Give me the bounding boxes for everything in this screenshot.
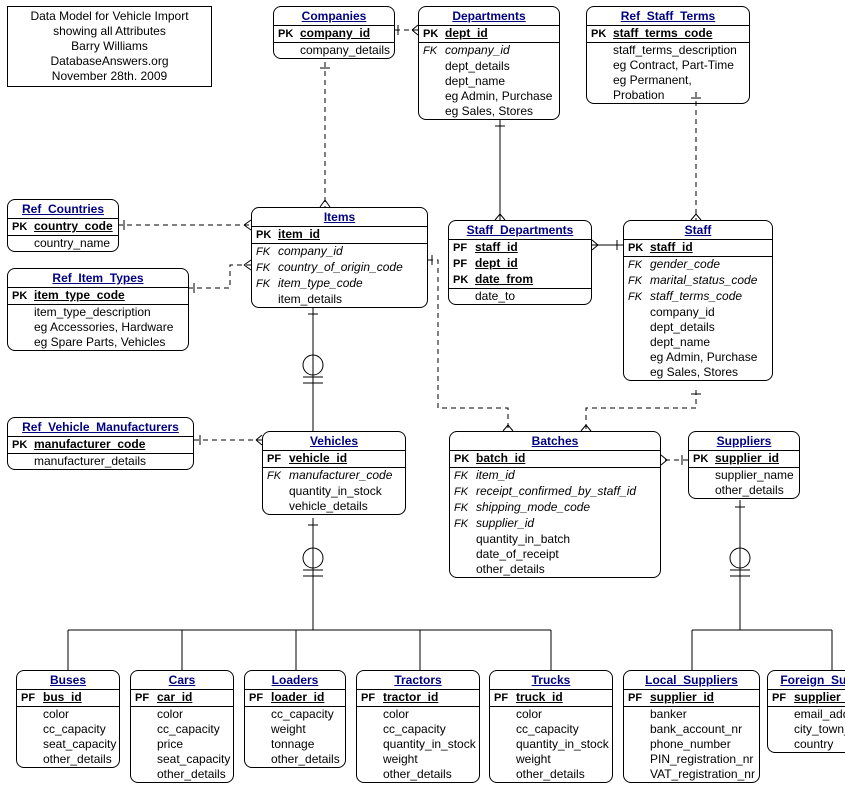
entity-buses: Buses PFbus_id color cc_capacity seat_ca… (16, 670, 120, 768)
entity-loaders: Loaders PFloader_id cc_capacity weight t… (244, 670, 346, 768)
entity-title: Trucks (490, 671, 612, 690)
entity-title: Batches (450, 432, 660, 451)
entity-ref-staff-terms: Ref_Staff_Terms PKstaff_terms_code staff… (586, 6, 750, 104)
entity-ref-countries: Ref_Countries PKcountry_code country_nam… (7, 199, 119, 252)
entity-title: Ref_Item_Types (8, 269, 188, 288)
entity-local-suppliers: Local_Suppliers PFsupplier_id banker ban… (623, 670, 760, 783)
entity-staff-departments: Staff_Departments PFstaff_id PFdept_id P… (448, 220, 592, 305)
entity-departments: Departments PKdept_id FKcompany_id dept_… (418, 6, 560, 120)
diagram-note: Data Model for Vehicle Import showing al… (7, 6, 212, 87)
note-line: November 28th. 2009 (12, 69, 207, 84)
entity-title: Loaders (245, 671, 345, 690)
entity-title: Staff (624, 221, 772, 240)
entity-title: Items (252, 208, 427, 227)
entity-title: Ref_Staff_Terms (587, 7, 749, 26)
entity-staff: Staff PKstaff_id FKgender_code FKmarital… (623, 220, 773, 381)
entity-tractors: Tractors PFtractor_id color cc_capacity … (356, 670, 480, 783)
entity-title: Foreign_Suppliers (768, 671, 845, 690)
entity-title: Ref_Vehicle_Manufacturers (8, 418, 193, 437)
entity-cars: Cars PFcar_id color cc_capacity price se… (130, 670, 234, 783)
entity-items: Items PKitem_id FKcompany_id FKcountry_o… (251, 207, 428, 308)
entity-foreign-suppliers: Foreign_Suppliers PFsupplier_id email_ad… (767, 670, 845, 753)
entity-companies: Companies PKcompany_id company_details (273, 6, 395, 59)
entity-title: Companies (274, 7, 394, 26)
entity-ref-vehicle-manufacturers: Ref_Vehicle_Manufacturers PKmanufacturer… (7, 417, 194, 470)
entity-suppliers: Suppliers PKsupplier_id supplier_name ot… (688, 431, 800, 499)
entity-title: Departments (419, 7, 559, 26)
entity-title: Ref_Countries (8, 200, 118, 219)
note-line: Barry Williams (12, 39, 207, 54)
entity-title: Local_Suppliers (624, 671, 759, 690)
entity-vehicles: Vehicles PFvehicle_id FKmanufacturer_cod… (262, 431, 406, 515)
entity-title: Cars (131, 671, 233, 690)
entity-title: Tractors (357, 671, 479, 690)
note-line: Data Model for Vehicle Import (12, 9, 207, 24)
entity-trucks: Trucks PFtruck_id color cc_capacity quan… (489, 670, 613, 783)
entity-title: Buses (17, 671, 119, 690)
entity-ref-item-types: Ref_Item_Types PKitem_type_code item_typ… (7, 268, 189, 351)
entity-title: Staff_Departments (449, 221, 591, 240)
entity-title: Suppliers (689, 432, 799, 451)
note-line: showing all Attributes (12, 24, 207, 39)
entity-title: Vehicles (263, 432, 405, 451)
note-line: DatabaseAnswers.org (12, 54, 207, 69)
entity-batches: Batches PKbatch_id FKitem_id FKreceipt_c… (449, 431, 661, 578)
